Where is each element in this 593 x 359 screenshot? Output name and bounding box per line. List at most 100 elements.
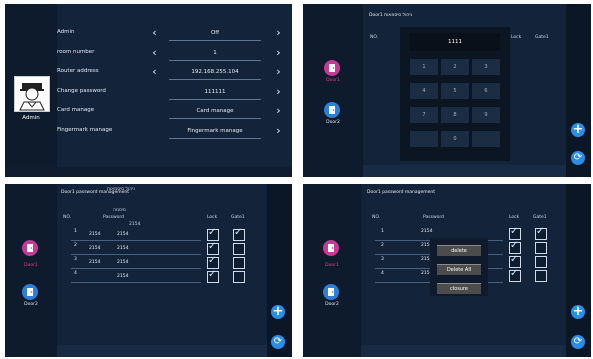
row-password[interactable]: 2154 <box>421 229 432 234</box>
door1-icon[interactable] <box>22 240 38 256</box>
row-extra: 2154 <box>89 260 101 265</box>
chevron-right-icon[interactable]: › <box>273 85 284 99</box>
gate-checkbox[interactable] <box>535 226 547 240</box>
door1-icon[interactable] <box>324 60 340 76</box>
row-number: 2 <box>381 243 384 248</box>
keypad-key[interactable]: 0 <box>441 131 469 147</box>
add-button[interactable]: + <box>571 123 585 137</box>
door-sidebar: Door1 Door2 <box>303 184 361 357</box>
setting-label: Admin <box>57 29 75 35</box>
keypad-key[interactable]: 4 <box>410 83 438 99</box>
chevron-left-icon[interactable]: ‹ <box>149 46 160 60</box>
door1-label[interactable]: Door1 <box>303 78 363 83</box>
chevron-right-icon[interactable]: › <box>273 46 284 60</box>
door2-icon[interactable] <box>22 284 38 300</box>
col-lock: Lock <box>207 215 218 220</box>
gate-checkbox[interactable] <box>233 227 245 241</box>
row-number: 3 <box>381 257 384 262</box>
door1-label[interactable]: Door1 <box>5 263 57 268</box>
chevron-left-icon[interactable]: ‹ <box>149 26 160 40</box>
door2-label[interactable]: Door2 <box>303 120 363 125</box>
admin-avatar[interactable] <box>14 76 50 112</box>
col-gate: Gate1 <box>535 35 549 40</box>
keypad-key[interactable]: 5 <box>441 83 469 99</box>
door2-label[interactable]: Door2 <box>303 302 361 307</box>
gate-checkbox[interactable] <box>535 270 547 282</box>
door1-icon[interactable] <box>323 240 339 256</box>
keypad-key[interactable]: 7 <box>410 107 438 123</box>
menu-item-closure[interactable]: closure <box>437 283 481 294</box>
right-rail <box>267 184 292 357</box>
col-no: NO. <box>370 35 379 40</box>
lock-checkbox[interactable] <box>207 269 219 283</box>
keypad-key[interactable]: 2 <box>441 59 469 75</box>
setting-value[interactable]: Off <box>169 26 261 41</box>
setting-value[interactable]: Card manage <box>169 104 261 119</box>
keypad-key[interactable]: 9 <box>472 107 500 123</box>
row-password[interactable]: 2154 <box>117 260 128 265</box>
keypad-dialog: 1111 123 456 7890 <box>400 27 510 161</box>
admin-label: Admin <box>22 115 40 121</box>
context-menu: delete Delete All closure <box>430 238 488 296</box>
door2-icon[interactable] <box>324 102 340 118</box>
row-password[interactable]: 2154 <box>117 246 128 251</box>
setting-label: Fingermark manage <box>57 126 113 133</box>
chevron-right-icon[interactable]: › <box>273 104 284 118</box>
keypad-key[interactable]: 8 <box>441 107 469 123</box>
row-password[interactable]: 2154 <box>117 232 128 237</box>
col-no: NO. <box>63 215 72 220</box>
page-title-overlay: ניהול סיסמאות <box>107 187 136 192</box>
row-number: 4 <box>381 271 384 276</box>
menu-item-delete[interactable]: delete <box>437 245 481 256</box>
right-rail <box>566 184 591 357</box>
gate-checkbox[interactable] <box>233 257 245 269</box>
setting-label: Change password <box>57 87 106 94</box>
keypad-key[interactable] <box>472 131 500 147</box>
row-password[interactable]: 215 <box>421 271 430 276</box>
row-divider <box>71 268 201 269</box>
add-button[interactable]: + <box>271 305 285 319</box>
lock-checkbox[interactable] <box>509 268 521 282</box>
add-button[interactable]: + <box>571 305 585 319</box>
row-password[interactable]: 2154 <box>117 274 128 279</box>
setting-label: Router address <box>57 68 99 74</box>
lock-checkbox[interactable] <box>207 241 219 255</box>
keypad-key[interactable] <box>410 131 438 147</box>
lock-checkbox[interactable] <box>207 255 219 269</box>
chevron-right-icon[interactable]: › <box>273 65 284 79</box>
keypad-key[interactable]: 3 <box>472 59 500 75</box>
setting-value[interactable]: 192.168.255.104 <box>169 65 261 80</box>
door2-label[interactable]: Door2 <box>5 302 57 307</box>
gate-checkbox[interactable] <box>233 271 245 283</box>
lock-checkbox[interactable] <box>509 240 521 254</box>
keypad-display[interactable]: 1111 <box>410 33 500 51</box>
keypad-key[interactable]: 6 <box>472 83 500 99</box>
setting-value[interactable]: Fingermark manage <box>169 124 261 139</box>
keypad-key[interactable]: 1 <box>410 59 438 75</box>
refresh-button[interactable]: ⟳ <box>571 151 585 165</box>
lock-checkbox[interactable] <box>509 254 521 268</box>
row-password[interactable]: 215 <box>421 243 430 248</box>
door1-label[interactable]: Door1 <box>303 263 361 268</box>
door-sidebar: Door1 Door2 <box>303 4 363 177</box>
col-password: Password <box>423 215 445 220</box>
setting-value[interactable]: 111111 <box>169 85 261 100</box>
door2-icon[interactable] <box>323 284 339 300</box>
row-number: 1 <box>381 229 384 234</box>
row-password[interactable]: 215 <box>421 257 430 262</box>
lock-checkbox[interactable] <box>207 227 219 241</box>
chevron-right-icon[interactable]: › <box>273 124 284 138</box>
lock-checkbox[interactable] <box>509 226 521 240</box>
col-no: NO. <box>372 215 381 220</box>
gate-checkbox[interactable] <box>535 242 547 254</box>
setting-value[interactable]: 1 <box>169 46 261 61</box>
gate-checkbox[interactable] <box>233 243 245 255</box>
refresh-button[interactable]: ⟳ <box>271 335 285 349</box>
password-table: Door1 password management ניהול סיסמאות … <box>57 184 267 357</box>
row-extra: 2154 <box>89 246 101 251</box>
refresh-button[interactable]: ⟳ <box>571 335 585 349</box>
gate-checkbox[interactable] <box>535 256 547 268</box>
menu-item-delete-all[interactable]: Delete All <box>437 264 481 275</box>
chevron-right-icon[interactable]: › <box>273 26 284 40</box>
chevron-left-icon[interactable]: ‹ <box>149 65 160 79</box>
